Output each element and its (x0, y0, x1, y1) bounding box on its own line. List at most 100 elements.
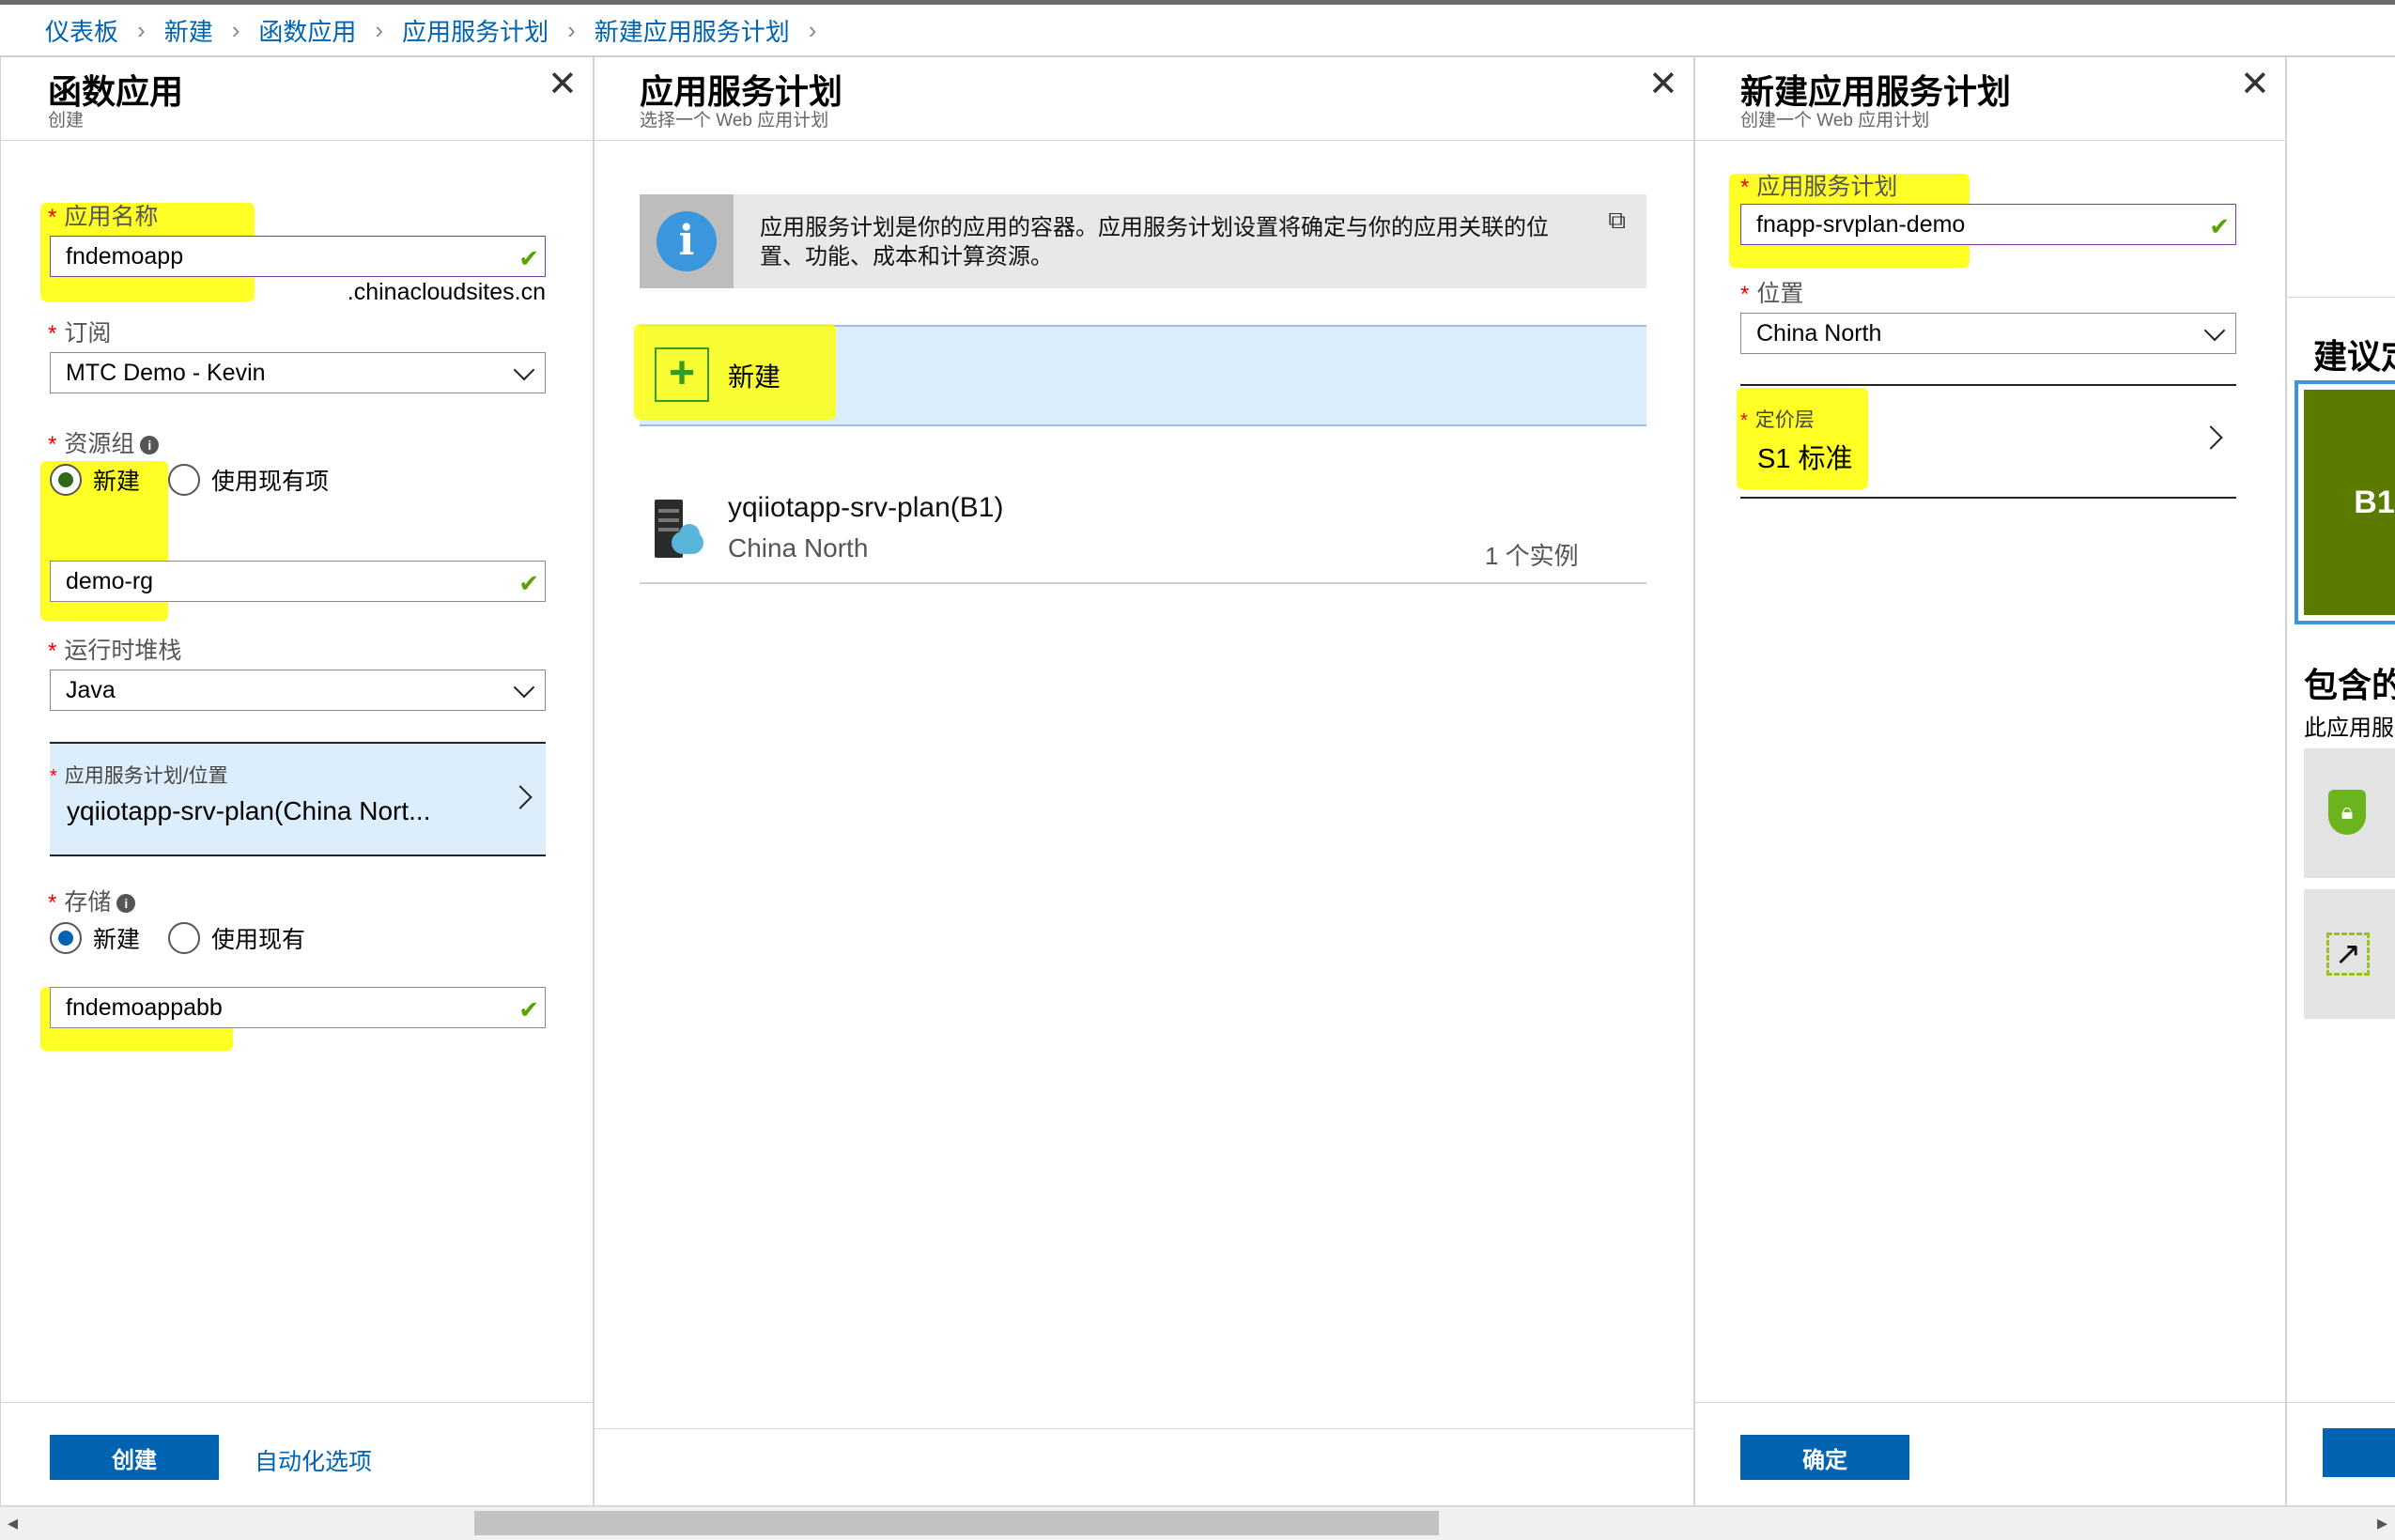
plan-location-value: yqiiotapp-srv-plan(China Nort... (67, 796, 431, 825)
chevron-down-icon (513, 359, 535, 381)
info-icon[interactable]: i (116, 894, 136, 914)
divider (595, 140, 1693, 141)
radio-unselected-icon[interactable] (168, 922, 200, 954)
add-icon: + (655, 347, 709, 402)
recommended-heading: 建议定 (2313, 337, 2395, 376)
tier-card-b1[interactable]: B1 (2295, 380, 2395, 624)
storage-new-option[interactable]: 新建 (50, 921, 140, 955)
runtime-stack-label: * 运行时堆栈 (48, 638, 182, 664)
plan-location-selector[interactable]: * 应用服务计划/位置 yqiiotapp-srv-plan(China Nort… (50, 742, 546, 856)
chevron-down-icon (2203, 319, 2226, 342)
breadcrumb-dashboard[interactable]: 仪表板 (45, 13, 118, 48)
storage-input[interactable]: fndemoappabb ✔ (50, 987, 546, 1028)
pricing-tier-value: S1 标准 (1757, 444, 1853, 474)
blade-subtitle: 创建一个 Web 应用计划 (1740, 111, 1930, 131)
plan-name-input[interactable]: fnapp-srvplan-demo ✔ (1740, 204, 2236, 245)
function-app-blade: 函数应用 创建 ✕ * 应用名称 fndemoapp ✔ .chinaclouds… (0, 55, 594, 1506)
resource-group-existing-option[interactable]: 使用现有项 (168, 463, 329, 497)
plan-name-value: fnapp-srvplan-demo (1756, 210, 1966, 238)
app-name-input[interactable]: fndemoapp ✔ (50, 236, 546, 277)
close-icon[interactable]: ✕ (1648, 67, 1678, 102)
resource-group-new-option[interactable]: 新建 (50, 463, 140, 497)
info-text: 应用服务计划是你的应用的容器。应用服务计划设置将确定与你的应用关联的位 置、功能… (760, 213, 1549, 271)
storage-existing-option[interactable]: 使用现有 (168, 921, 305, 955)
new-app-service-plan-blade: 新建应用服务计划 创建一个 Web 应用计划 ✕ * 应用服务计划 fnapp-s… (1694, 55, 2286, 1506)
breadcrumb-app-service-plan[interactable]: 应用服务计划 (402, 13, 549, 48)
external-link-icon[interactable]: ⧉ (1608, 206, 1626, 236)
new-plan-row[interactable]: + 新建 (634, 324, 1646, 426)
resource-group-label: * 资源组 i (48, 425, 160, 459)
chevron-right-icon: › (137, 15, 146, 44)
breadcrumb-new[interactable]: 新建 (164, 13, 213, 48)
tier-badge: B1 (2304, 390, 2395, 615)
location-select[interactable]: China North (1740, 313, 2236, 354)
checkmark-icon: ✔ (518, 244, 539, 272)
storage-label: * 存储 i (48, 884, 136, 917)
divider (1695, 1402, 2285, 1403)
info-icon[interactable]: i (140, 436, 160, 455)
new-plan-label: 新建 (728, 362, 781, 392)
divider (2287, 297, 2395, 298)
radio-unselected-icon[interactable] (168, 464, 200, 496)
feature-tile: 🔒︎ (2304, 748, 2395, 878)
subscription-label: * 订阅 (48, 320, 112, 346)
chevron-right-icon: › (231, 15, 240, 44)
info-icon-tile: i (640, 194, 734, 288)
scrollbar-thumb[interactable] (474, 1511, 1439, 1535)
plan-name-label: * 应用服务计划 (1740, 174, 1898, 200)
plan-instances: 1 个实例 (1485, 542, 1579, 570)
info-icon: i (657, 211, 717, 271)
server-cloud-icon (651, 500, 709, 562)
option-label: 新建 (93, 469, 141, 495)
ok-button[interactable]: 确定 (1740, 1435, 1909, 1480)
resource-group-value: demo-rg (66, 567, 154, 594)
plan-name: yqiiotapp-srv-plan(B1) (728, 492, 1004, 523)
feature-tile: ↗ (2304, 889, 2395, 1019)
checkmark-icon: ✔ (2209, 212, 2230, 240)
blade-subtitle: 创建 (48, 111, 85, 131)
runtime-stack-value: Java (66, 676, 116, 703)
runtime-stack-select[interactable]: Java (50, 670, 546, 711)
resource-group-input[interactable]: demo-rg ✔ (50, 561, 546, 602)
chevron-right-icon: › (567, 15, 576, 44)
location-label: * 位置 (1740, 281, 1804, 307)
create-button[interactable]: 创建 (50, 1435, 219, 1480)
included-subtext: 此应用服 (2304, 716, 2394, 741)
subscription-select[interactable]: MTC Demo - Kevin (50, 352, 546, 393)
scroll-right-icon[interactable]: ▸ (2377, 1511, 2387, 1535)
info-banner: i 应用服务计划是你的应用的容器。应用服务计划设置将确定与你的应用关联的位 置、… (640, 194, 1646, 288)
blade-subtitle: 选择一个 Web 应用计划 (640, 111, 829, 131)
shield-lock-icon: 🔒︎ (2328, 790, 2366, 835)
storage-value: fndemoappabb (66, 993, 223, 1021)
scroll-left-icon[interactable]: ◂ (8, 1511, 18, 1535)
plan-region: China North (728, 533, 869, 562)
info-text-line: 应用服务计划是你的应用的容器。应用服务计划设置将确定与你的应用关联的位 (760, 215, 1549, 240)
option-label: 使用现有 (211, 927, 306, 953)
radio-selected-icon[interactable] (50, 922, 82, 954)
plan-list-item[interactable]: yqiiotapp-srv-plan(B1) China North 1 个实例 (640, 483, 1646, 584)
pricing-tier-label: * 定价层 (1740, 409, 1815, 431)
automation-options-link[interactable]: 自动化选项 (255, 1443, 372, 1477)
chevron-down-icon (513, 676, 535, 699)
divider (1, 1402, 593, 1403)
app-name-value: fndemoapp (66, 242, 184, 270)
select-button[interactable] (2323, 1428, 2395, 1477)
plan-location-label: * 应用服务计划/位置 (50, 765, 228, 787)
location-value: China North (1756, 319, 1882, 346)
chevron-right-icon: › (808, 15, 817, 44)
close-icon[interactable]: ✕ (548, 67, 578, 102)
close-icon[interactable]: ✕ (2240, 67, 2270, 102)
option-label: 新建 (93, 927, 141, 953)
info-text-line: 置、功能、成本和计算资源。 (760, 244, 1053, 270)
radio-selected-icon[interactable] (50, 464, 82, 496)
breadcrumb-function-app[interactable]: 函数应用 (258, 13, 356, 48)
app-service-plan-blade: 应用服务计划 选择一个 Web 应用计划 ✕ i 应用服务计划是你的应用的容器。… (594, 55, 1694, 1506)
breadcrumb-new-app-service-plan[interactable]: 新建应用服务计划 (595, 13, 790, 48)
chevron-right-icon (508, 785, 533, 809)
divider (2287, 1402, 2395, 1403)
domain-suffix: .chinacloudsites.cn (347, 279, 546, 305)
scale-out-icon: ↗ (2326, 932, 2370, 976)
pricing-tier-selector[interactable]: * 定价层 S1 标准 (1737, 384, 2236, 499)
chevron-right-icon: › (375, 15, 384, 44)
divider (595, 1428, 1693, 1429)
